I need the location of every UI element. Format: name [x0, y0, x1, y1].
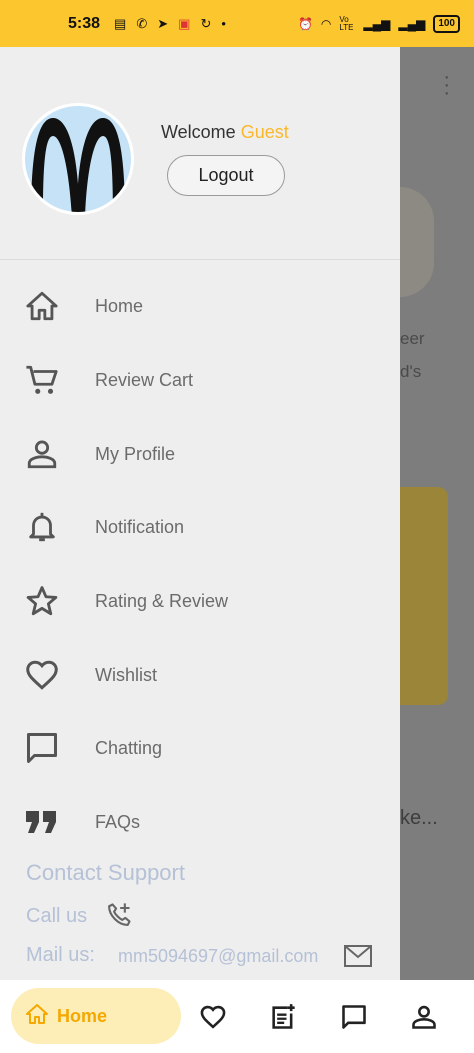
- signal-icon-2: ▂▄▆: [398, 16, 426, 31]
- mcdonalds-logo-icon: [31, 118, 125, 212]
- menu-item-my-profile[interactable]: My Profile: [0, 424, 400, 484]
- nav-home-label: Home: [57, 1005, 108, 1026]
- bottom-navigation: Home: [0, 980, 474, 1053]
- person-icon: [24, 436, 60, 472]
- menu-item-label: Chatting: [95, 737, 163, 758]
- app-notification-icon: ▣: [178, 15, 191, 31]
- person-icon: [412, 1005, 436, 1029]
- mail-us-label: Mail us:: [26, 944, 95, 966]
- home-icon: [24, 288, 60, 324]
- nav-orders-button[interactable]: [268, 1002, 298, 1032]
- quote-icon: [24, 804, 60, 840]
- menu-item-label: Notification: [95, 516, 185, 537]
- signal-icon: ▂▄▆: [363, 16, 391, 31]
- user-name: Guest: [240, 122, 289, 142]
- logout-button[interactable]: Logout: [167, 155, 285, 196]
- background-app[interactable]: · · · eer d's ke...: [400, 47, 474, 980]
- dot-icon: •: [221, 16, 226, 31]
- background-text: d's: [400, 362, 422, 381]
- nav-wishlist-button[interactable]: [198, 1002, 228, 1032]
- contact-support-title: Contact Support: [26, 860, 185, 885]
- menu-item-rating-review[interactable]: Rating & Review: [0, 571, 400, 631]
- menu-item-wishlist[interactable]: Wishlist: [0, 645, 400, 705]
- bell-icon: [24, 509, 60, 545]
- menu-item-label: FAQs: [95, 811, 141, 832]
- battery-icon: 100: [433, 14, 460, 33]
- menu-item-review-cart[interactable]: Review Cart: [0, 350, 400, 410]
- add-call-icon[interactable]: [105, 901, 133, 929]
- home-icon: [25, 1002, 49, 1031]
- menu-item-label: Review Cart: [95, 369, 194, 390]
- menu-item-label: Rating & Review: [95, 590, 229, 611]
- telegram-icon: ➤: [157, 15, 169, 31]
- status-time: 5:38: [68, 14, 101, 32]
- welcome-prefix: Welcome: [161, 122, 236, 142]
- missed-call-icon: ✆: [136, 15, 148, 31]
- sync-icon: ↻: [200, 15, 212, 31]
- status-bar: 5:38 ▤ ✆ ➤ ▣ ↻ • ⏰ ◠ Vo LTE ▂▄▆ ▂▄▆ 100: [0, 0, 474, 47]
- navigation-drawer: Welcome Guest Logout Home Review Cart My…: [0, 47, 400, 980]
- menu-item-notification[interactable]: Notification: [0, 497, 400, 557]
- menu-item-label: Wishlist: [95, 664, 157, 685]
- nav-profile-button[interactable]: [409, 1002, 439, 1032]
- menu-item-chatting[interactable]: Chatting: [0, 718, 400, 778]
- menu-item-label: My Profile: [95, 443, 176, 464]
- chat-icon: [24, 730, 60, 766]
- more-menu-icon: · · ·: [443, 66, 450, 104]
- call-us-label: Call us: [26, 905, 88, 927]
- background-text: ke...: [400, 807, 438, 829]
- menu-item-faqs[interactable]: FAQs: [0, 792, 400, 852]
- background-food-image: [400, 487, 448, 705]
- post-add-icon: [272, 1004, 295, 1029]
- nav-chat-button[interactable]: [339, 1002, 369, 1032]
- network-label: Vo LTE: [339, 14, 354, 32]
- heart-icon: [24, 657, 60, 693]
- background-image: [400, 187, 434, 297]
- nav-home-button[interactable]: Home: [11, 988, 181, 1044]
- star-icon: [24, 583, 60, 619]
- wifi-icon: ◠: [320, 16, 332, 31]
- mail-icon[interactable]: [343, 943, 373, 969]
- menu-item-label: Home: [95, 295, 144, 316]
- alarm-icon: ⏰: [297, 16, 313, 31]
- menu-item-home[interactable]: Home: [0, 276, 400, 336]
- drawer-header: Welcome Guest Logout: [0, 47, 400, 260]
- background-text: eer: [400, 329, 425, 348]
- news-icon: ▤: [114, 15, 127, 31]
- heart-icon: [200, 1005, 226, 1029]
- avatar: [22, 103, 134, 215]
- support-email[interactable]: mm5094697@gmail.com: [118, 946, 318, 967]
- welcome-text: Welcome Guest: [161, 122, 289, 143]
- cart-icon: [24, 362, 60, 398]
- chat-icon: [342, 1005, 366, 1029]
